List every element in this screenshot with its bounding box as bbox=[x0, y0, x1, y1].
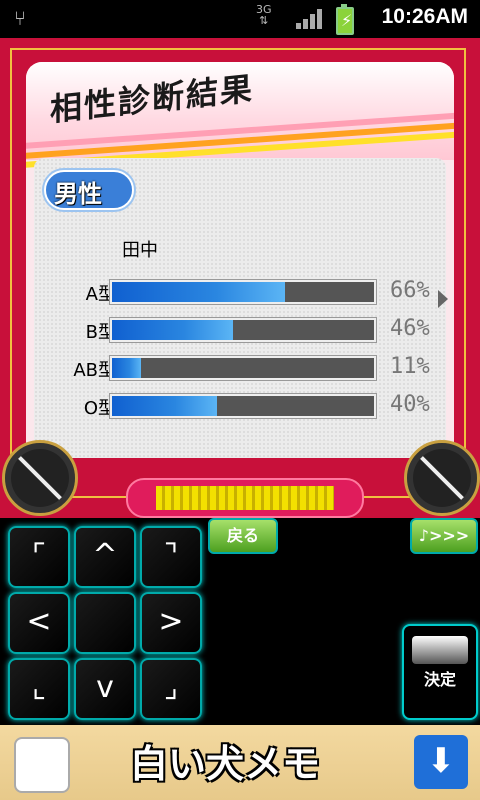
power-meter bbox=[126, 478, 364, 518]
blood-type-row: B型 46% bbox=[34, 316, 446, 346]
compatibility-bar bbox=[109, 393, 377, 419]
control-pad: ⌜ ^ ⌝ < > ⌞ v ⌟ 戻る ♪>>> 決定 bbox=[0, 518, 480, 725]
up-right-button[interactable]: ⌝ bbox=[140, 526, 202, 588]
result-header: 相性診断結果 bbox=[26, 62, 454, 170]
compatibility-fill bbox=[112, 396, 217, 416]
back-button[interactable]: 戻る bbox=[208, 518, 278, 554]
compatibility-fill bbox=[112, 358, 141, 378]
next-sound-button[interactable]: ♪>>> bbox=[410, 518, 478, 554]
battery-icon: ⚡ bbox=[336, 4, 354, 35]
power-meter-bars bbox=[156, 486, 334, 510]
blood-type-row: O型 40% bbox=[34, 392, 446, 422]
network-type: 3G bbox=[256, 3, 272, 16]
down-button[interactable]: v bbox=[74, 658, 136, 720]
app-icon[interactable] bbox=[14, 737, 70, 793]
compatibility-percent: 66% bbox=[390, 278, 430, 303]
compatibility-fill bbox=[112, 282, 285, 302]
up-left-button[interactable]: ⌜ bbox=[8, 526, 70, 588]
person-name: 田中 bbox=[122, 240, 158, 261]
page-title: 相性診断結果 bbox=[50, 69, 255, 129]
next-page-arrow-icon[interactable] bbox=[438, 290, 448, 308]
compatibility-bar bbox=[109, 279, 377, 305]
compatibility-percent: 46% bbox=[390, 316, 430, 341]
compatibility-bar bbox=[109, 317, 377, 343]
download-icon[interactable]: ⬇ bbox=[414, 735, 468, 789]
ad-brand: 白い犬メモ bbox=[130, 742, 321, 786]
down-left-button[interactable]: ⌞ bbox=[8, 658, 70, 720]
left-button[interactable]: < bbox=[8, 592, 70, 654]
down-right-button[interactable]: ⌟ bbox=[140, 658, 202, 720]
enter-button[interactable]: 決定 bbox=[402, 624, 478, 720]
blood-type-row: AB型 11% bbox=[34, 354, 446, 384]
compatibility-fill bbox=[112, 320, 233, 340]
blood-type-row: A型 66% bbox=[34, 278, 446, 308]
network-indicator: 3G ⇅ bbox=[256, 3, 272, 27]
right-gauge-icon bbox=[404, 440, 480, 516]
gender-label: 男性 bbox=[54, 180, 102, 208]
enter-label: 決定 bbox=[423, 670, 456, 689]
usb-icon: ⑂ bbox=[14, 6, 26, 30]
gender-badge: 男性 bbox=[44, 170, 134, 210]
result-panel: 相性診断結果 男性 田中 A型 66% B型 46% AB型 11% O型 40… bbox=[26, 62, 454, 458]
compatibility-percent: 40% bbox=[390, 392, 430, 417]
status-bar: ⑂ 3G ⇅ ⚡ 10:26AM bbox=[0, 0, 480, 38]
center-button[interactable] bbox=[74, 592, 136, 654]
up-button[interactable]: ^ bbox=[74, 526, 136, 588]
compatibility-percent: 11% bbox=[390, 354, 430, 379]
left-gauge-icon bbox=[2, 440, 78, 516]
compatibility-bar bbox=[109, 355, 377, 381]
right-button[interactable]: > bbox=[140, 592, 202, 654]
clock: 10:26AM bbox=[381, 5, 468, 28]
signal-icon bbox=[296, 9, 322, 29]
ad-banner[interactable]: 白い犬メモ ⬇ bbox=[0, 725, 480, 800]
result-content: 男性 田中 A型 66% B型 46% AB型 11% O型 40% bbox=[34, 158, 446, 458]
